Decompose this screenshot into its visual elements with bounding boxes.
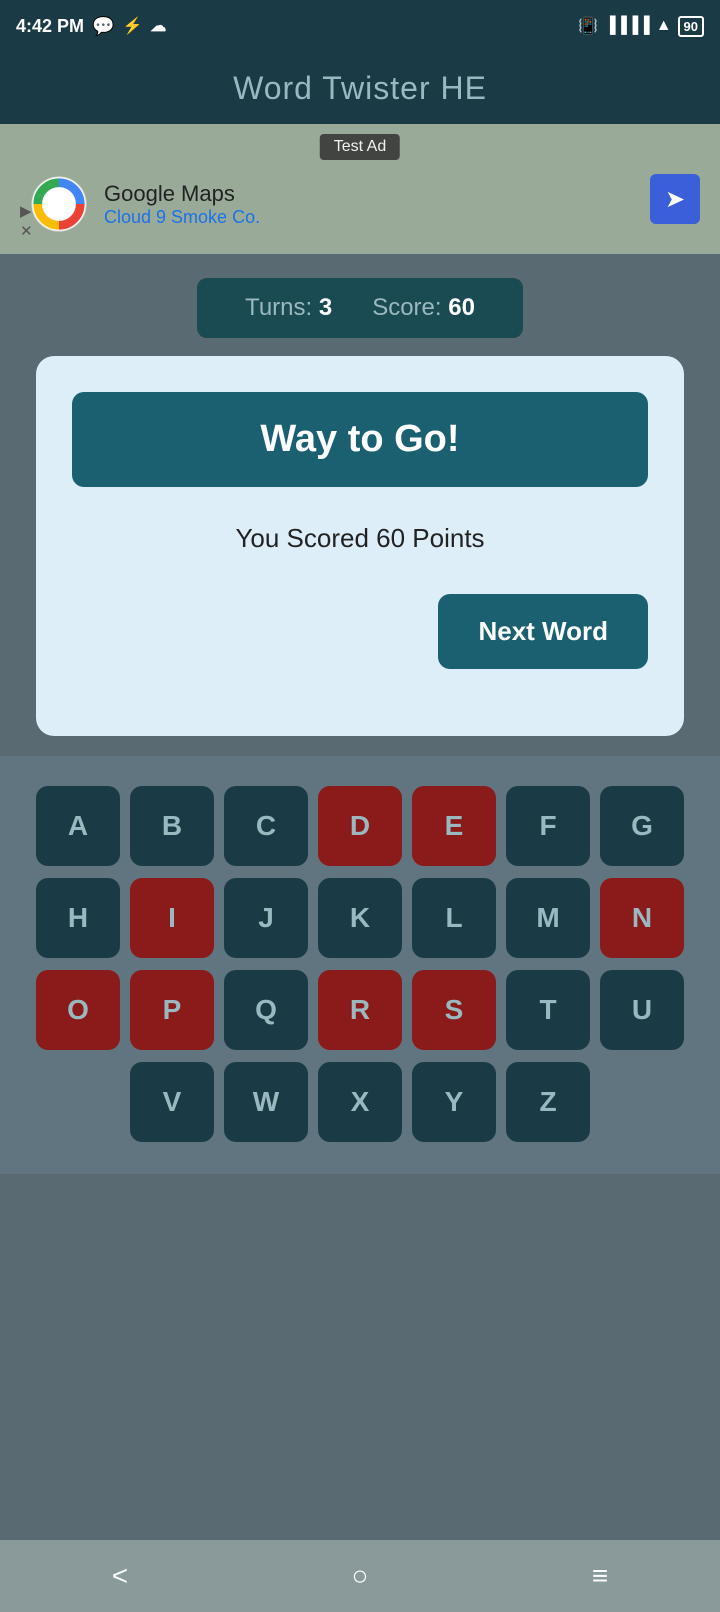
key-i[interactable]: I — [130, 878, 214, 958]
key-u[interactable]: U — [600, 970, 684, 1050]
key-n[interactable]: N — [600, 878, 684, 958]
key-w[interactable]: W — [224, 1062, 308, 1142]
key-c[interactable]: C — [224, 786, 308, 866]
key-b[interactable]: B — [130, 786, 214, 866]
ad-close-icon[interactable]: ✕ — [20, 222, 33, 240]
time-label: 4:42 PM — [16, 16, 84, 37]
score-value: 60 — [448, 294, 475, 321]
modal-title: Way to Go! — [260, 418, 459, 460]
key-h[interactable]: H — [36, 878, 120, 958]
key-q[interactable]: Q — [224, 970, 308, 1050]
key-k[interactable]: K — [318, 878, 402, 958]
turns-value: 3 — [319, 294, 332, 321]
keyboard-rows: ABCDEFG HIJKLMN OPQRSTU VWXYZ — [20, 786, 700, 1142]
ad-play-icon[interactable]: ▶ — [20, 202, 33, 220]
score-bar: Turns: 3 Score: 60 — [0, 254, 720, 356]
home-button[interactable]: ○ — [352, 1560, 369, 1592]
result-modal: Way to Go! You Scored 60 Points Next Wor… — [36, 356, 684, 736]
cloud-icon: ☁ — [150, 16, 166, 36]
usb-icon: ⚡ — [122, 16, 142, 36]
key-row: VWXYZ — [20, 1062, 700, 1142]
key-r[interactable]: R — [318, 970, 402, 1050]
app-title: Word Twister HE — [233, 70, 487, 107]
score-box: Turns: 3 Score: 60 — [197, 278, 523, 338]
key-l[interactable]: L — [412, 878, 496, 958]
key-f[interactable]: F — [506, 786, 590, 866]
status-icons: 📳 ▐▐▐▐ ▲ 90 — [578, 16, 704, 37]
ad-arrow-button[interactable]: ➤ — [650, 174, 700, 224]
next-word-button[interactable]: Next Word — [438, 594, 648, 669]
key-x[interactable]: X — [318, 1062, 402, 1142]
modal-score-text: You Scored 60 Points — [72, 523, 648, 554]
ad-text: Google Maps Cloud 9 Smoke Co. — [104, 181, 260, 228]
wifi-icon: ▲ — [656, 17, 672, 35]
key-j[interactable]: J — [224, 878, 308, 958]
key-e[interactable]: E — [412, 786, 496, 866]
key-d[interactable]: D — [318, 786, 402, 866]
key-a[interactable]: A — [36, 786, 120, 866]
key-row: ABCDEFG — [20, 786, 700, 866]
ad-logo-icon — [30, 175, 88, 233]
key-g[interactable]: G — [600, 786, 684, 866]
nav-bar: < ○ ≡ — [0, 1540, 720, 1612]
vibrate-icon: 📳 — [578, 16, 598, 36]
app-header: Word Twister HE — [0, 52, 720, 124]
signal-icon: ▐▐▐▐ — [604, 17, 649, 35]
status-time: 4:42 PM 💬 ⚡ ☁ — [16, 16, 166, 37]
ad-subtitle: Cloud 9 Smoke Co. — [104, 207, 260, 228]
key-t[interactable]: T — [506, 970, 590, 1050]
score-label: Score: 60 — [372, 294, 475, 322]
modal-title-box: Way to Go! — [72, 392, 648, 487]
keyboard-area: ABCDEFG HIJKLMN OPQRSTU VWXYZ — [0, 756, 720, 1174]
key-v[interactable]: V — [130, 1062, 214, 1142]
turns-label: Turns: 3 — [245, 294, 332, 322]
back-button[interactable]: < — [112, 1560, 128, 1592]
key-m[interactable]: M — [506, 878, 590, 958]
whatsapp-icon: 💬 — [92, 16, 114, 37]
key-y[interactable]: Y — [412, 1062, 496, 1142]
key-p[interactable]: P — [130, 970, 214, 1050]
menu-button[interactable]: ≡ — [592, 1560, 608, 1592]
key-s[interactable]: S — [412, 970, 496, 1050]
ad-company-name: Google Maps — [104, 181, 260, 207]
key-row: OPQRSTU — [20, 970, 700, 1050]
key-z[interactable]: Z — [506, 1062, 590, 1142]
ad-label: Test Ad — [320, 134, 400, 160]
key-o[interactable]: O — [36, 970, 120, 1050]
key-row: HIJKLMN — [20, 878, 700, 958]
ad-controls: ▶ ✕ — [20, 202, 33, 240]
battery-indicator: 90 — [678, 16, 704, 37]
status-bar: 4:42 PM 💬 ⚡ ☁ 📳 ▐▐▐▐ ▲ 90 — [0, 0, 720, 52]
ad-banner[interactable]: Test Ad Google Maps Cloud 9 Smoke Co. ➤ … — [0, 124, 720, 254]
